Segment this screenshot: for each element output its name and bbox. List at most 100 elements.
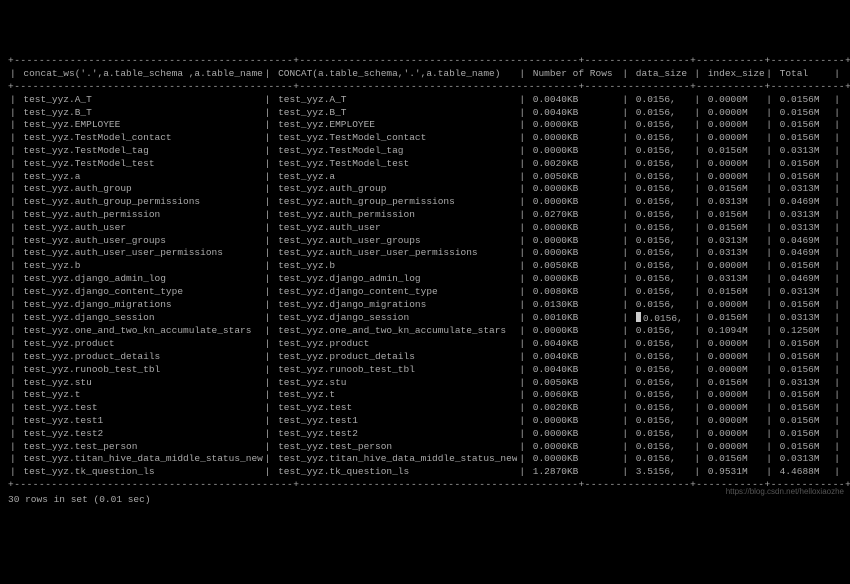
cell-rows: 0.0020KB (527, 158, 620, 171)
table-row: | test_yyz.tk_question_ls| test_yyz.tk_q… (8, 466, 842, 479)
cell-total: 0.0313M (774, 377, 832, 390)
table-row: | test_yyz.auth_permission| test_yyz.aut… (8, 209, 842, 222)
cell-rows: 0.0000KB (527, 247, 620, 260)
cell-name1: test_yyz.auth_group_permissions (18, 196, 263, 209)
table-row: | test_yyz.auth_group_permissions| test_… (8, 196, 842, 209)
cell-data-size: 0.0156, (630, 196, 692, 209)
cell-name2: test_yyz.titan_hive_data_middle_status_n… (272, 453, 517, 466)
cell-total: 0.0313M (774, 222, 832, 235)
separator-line: +---------------------------------------… (8, 479, 842, 492)
cell-rows: 0.0000KB (527, 428, 620, 441)
cell-total: 0.0156M (774, 364, 832, 377)
cell-rows: 1.2870KB (527, 466, 620, 479)
cell-total: 0.0156M (774, 441, 832, 454)
separator-line: +---------------------------------------… (8, 81, 842, 94)
cell-name2: test_yyz.TestModel_tag (272, 145, 517, 158)
cell-total: 0.0156M (774, 299, 832, 312)
cell-name2: test_yyz.auth_group_permissions (272, 196, 517, 209)
cell-total: 0.0313M (774, 183, 832, 196)
cell-name1: test_yyz.TestModel_contact (18, 132, 263, 145)
cell-rows: 0.0000KB (527, 145, 620, 158)
header-col-index-size: index_size (702, 68, 764, 81)
cell-data-size: 0.0156, (630, 364, 692, 377)
cell-rows: 0.0130KB (527, 299, 620, 312)
cell-index-size: 0.0313M (702, 247, 764, 260)
cell-name2: test_yyz.B_T (272, 107, 517, 120)
cell-rows: 0.0040KB (527, 351, 620, 364)
cell-index-size: 0.0000M (702, 158, 764, 171)
cell-name2: test_yyz.TestModel_test (272, 158, 517, 171)
cell-index-size: 0.0000M (702, 402, 764, 415)
cell-data-size: 0.0156, (630, 402, 692, 415)
cell-index-size: 0.0156M (702, 453, 764, 466)
cell-rows: 0.0000KB (527, 453, 620, 466)
header-col-rows: Number of Rows (527, 68, 620, 81)
cell-data-size: 0.0156, (630, 171, 692, 184)
cell-rows: 0.0000KB (527, 132, 620, 145)
cell-total: 0.1250M (774, 325, 832, 338)
table-row: | test_yyz.product_details| test_yyz.pro… (8, 351, 842, 364)
table-row: | test_yyz.product| test_yyz.product| 0.… (8, 338, 842, 351)
cell-name1: test_yyz.product (18, 338, 263, 351)
cell-index-size: 0.0000M (702, 351, 764, 364)
cell-data-size: 0.0156, (630, 299, 692, 312)
cell-total: 0.0156M (774, 415, 832, 428)
cell-name2: test_yyz.tk_question_ls (272, 466, 517, 479)
cell-index-size: 0.0000M (702, 94, 764, 107)
table-row: | test_yyz.test_person| test_yyz.test_pe… (8, 441, 842, 454)
cell-total: 0.0469M (774, 273, 832, 286)
cell-total: 0.0156M (774, 351, 832, 364)
cell-name2: test_yyz.test_person (272, 441, 517, 454)
table-row: | test_yyz.TestModel_test| test_yyz.Test… (8, 158, 842, 171)
cell-index-size: 0.1094M (702, 325, 764, 338)
cell-name1: test_yyz.test (18, 402, 263, 415)
table-row: | test_yyz.test1| test_yyz.test1| 0.0000… (8, 415, 842, 428)
cell-name2: test_yyz.test (272, 402, 517, 415)
cell-name1: test_yyz.auth_user_groups (18, 235, 263, 248)
table-row: | test_yyz.B_T| test_yyz.B_T| 0.0040KB| … (8, 107, 842, 120)
cell-data-size: 0.0156, (630, 119, 692, 132)
cell-total: 0.0156M (774, 119, 832, 132)
cell-index-size: 0.0000M (702, 119, 764, 132)
cell-index-size: 0.0156M (702, 222, 764, 235)
cell-index-size: 0.0000M (702, 364, 764, 377)
cell-name2: test_yyz.product (272, 338, 517, 351)
cell-rows: 0.0000KB (527, 222, 620, 235)
cell-rows: 0.0000KB (527, 325, 620, 338)
cell-rows: 0.0080KB (527, 286, 620, 299)
cell-data-size: 0.0156, (630, 235, 692, 248)
table-row: | test_yyz.a| test_yyz.a| 0.0050KB| 0.01… (8, 171, 842, 184)
cell-name1: test_yyz.titan_hive_data_middle_status_n… (18, 453, 263, 466)
header-col-name1: concat_ws('.',a.table_schema ,a.table_na… (18, 68, 263, 81)
table-row: | test_yyz.TestModel_contact| test_yyz.T… (8, 132, 842, 145)
cell-index-size: 0.0000M (702, 107, 764, 120)
table-row: | test_yyz.auth_user| test_yyz.auth_user… (8, 222, 842, 235)
sql-result-table: +---------------------------------------… (8, 55, 842, 506)
cell-name2: test_yyz.b (272, 260, 517, 273)
cell-total: 4.4688M (774, 466, 832, 479)
cell-data-size: 0.0156, (630, 145, 692, 158)
cell-rows: 0.0020KB (527, 402, 620, 415)
header-row: | concat_ws('.',a.table_schema ,a.table_… (8, 68, 842, 81)
cell-index-size: 0.0000M (702, 338, 764, 351)
cell-name2: test_yyz.a (272, 171, 517, 184)
cell-name1: test_yyz.product_details (18, 351, 263, 364)
cell-index-size: 0.0000M (702, 171, 764, 184)
cell-total: 0.0469M (774, 196, 832, 209)
cell-name2: test_yyz.auth_user_groups (272, 235, 517, 248)
cell-data-size: 0.0156, (630, 158, 692, 171)
cell-rows: 0.0000KB (527, 183, 620, 196)
cell-name1: test_yyz.test1 (18, 415, 263, 428)
table-row: | test_yyz.titan_hive_data_middle_status… (8, 453, 842, 466)
table-row: | test_yyz.django_session| test_yyz.djan… (8, 312, 842, 326)
cell-index-size: 0.0156M (702, 145, 764, 158)
cell-data-size: 0.0156, (630, 286, 692, 299)
cell-name1: test_yyz.test_person (18, 441, 263, 454)
cell-name1: test_yyz.auth_permission (18, 209, 263, 222)
header-col-data-size: data_size (630, 68, 692, 81)
header-col-total: Total (774, 68, 832, 81)
result-summary: 30 rows in set (0.01 sec) (8, 494, 842, 507)
cell-total: 0.0156M (774, 171, 832, 184)
cell-name2: test_yyz.django_admin_log (272, 273, 517, 286)
cell-data-size: 0.0156, (630, 94, 692, 107)
